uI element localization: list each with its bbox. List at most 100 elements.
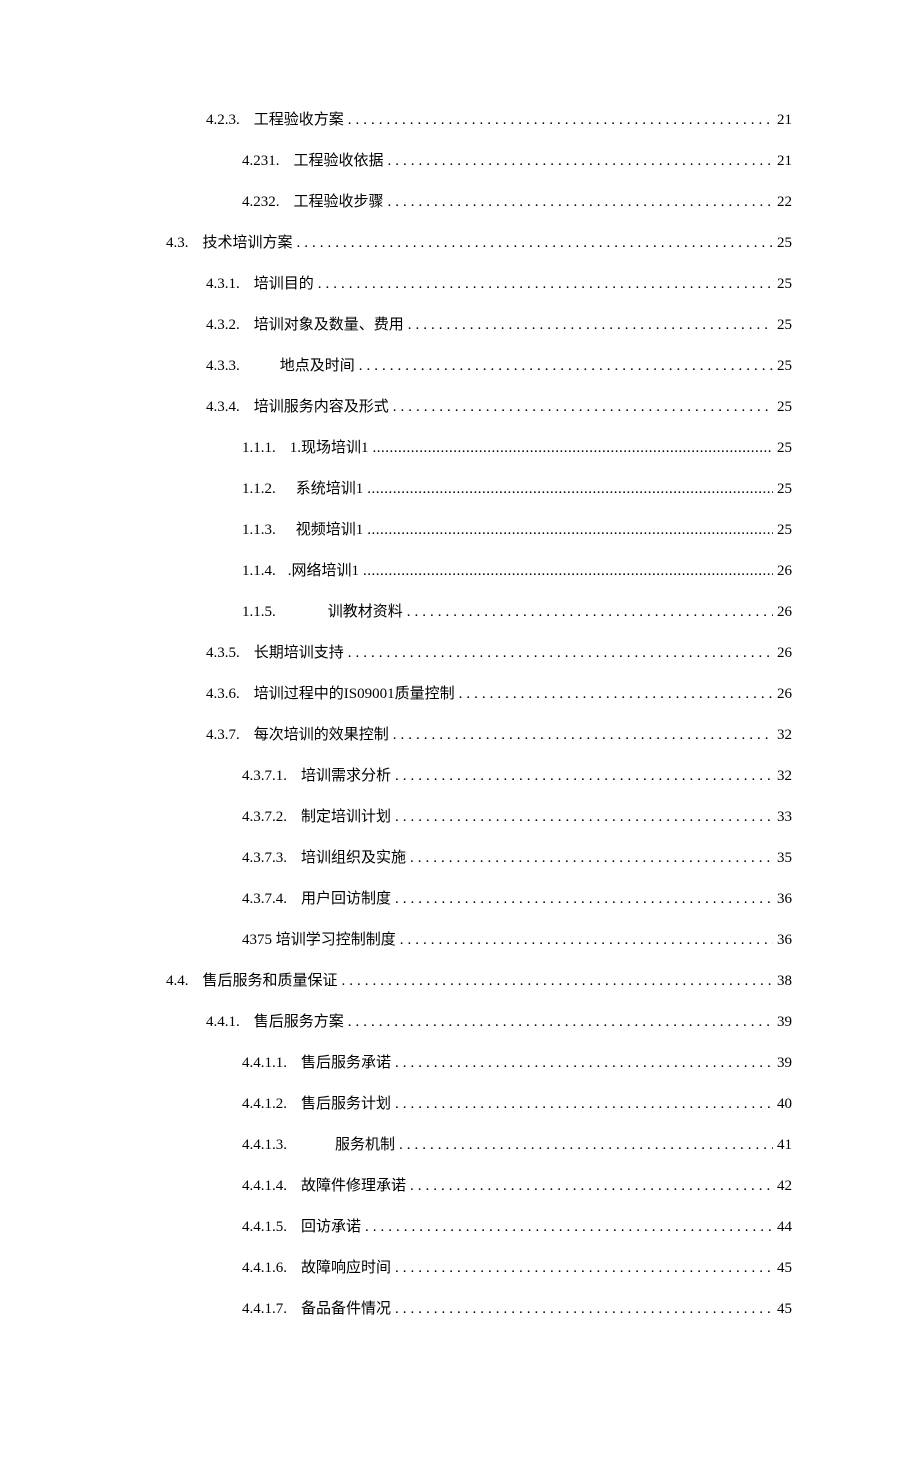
toc-entry-number: 4.4.1.1. (242, 1053, 287, 1074)
toc-container: 4.2.3. 工程验收方案............................… (128, 110, 792, 1320)
toc-entry: 4.4.1.售后服务方案............................… (128, 1012, 792, 1033)
toc-entry: 4.4.1.3.服务机制............................… (128, 1135, 792, 1156)
toc-entry-page: 42 (777, 1176, 792, 1197)
toc-entry-page: 44 (777, 1217, 792, 1238)
toc-entry: 4.3.6.培训过程中的IS09001质量控制.................… (128, 684, 792, 705)
toc-entry-title: 长期培训支持 (254, 643, 344, 664)
toc-entry-title: 培训目的 (254, 274, 314, 295)
toc-entry-page: 26 (777, 684, 792, 705)
toc-entry-title: 工程验收依据 (294, 151, 384, 172)
toc-entry-page: 32 (777, 766, 792, 787)
toc-entry-leader-dots: ........................................… (395, 1094, 773, 1115)
toc-entry-leader-dots: ........................................… (348, 643, 773, 664)
toc-entry-title: 售后服务和质量保证 (203, 971, 338, 992)
toc-entry-leader-dots: ........................................… (348, 110, 773, 131)
toc-entry-number: 4.232. (242, 192, 280, 213)
toc-entry-leader-dots: ........................................… (393, 397, 773, 418)
toc-entry: 1.1.1.1.现场培训1...........................… (128, 438, 792, 459)
toc-entry-page: 25 (777, 520, 792, 541)
toc-entry-number: 4.3.4. (206, 397, 240, 418)
toc-entry-title: 培训需求分析 (301, 766, 391, 787)
toc-entry-leader-dots: ........................................… (342, 971, 773, 992)
toc-entry-page: 25 (777, 315, 792, 336)
toc-entry-leader-dots: ........................................… (359, 356, 773, 377)
toc-entry-title: 系统培训1 (296, 479, 364, 500)
toc-entry-title: 售后服务计划 (301, 1094, 391, 1115)
toc-entry-number: 4.4.1.7. (242, 1299, 287, 1320)
toc-entry-page: 35 (777, 848, 792, 869)
toc-entry-number: 1.1.4. (242, 561, 276, 582)
toc-entry-leader-dots: ........................................… (388, 192, 773, 213)
toc-entry-number: 1.1.2. (242, 479, 276, 500)
toc-entry-number: 4.4.1.5. (242, 1217, 287, 1238)
toc-entry-number: 4.3.7.1. (242, 766, 287, 787)
toc-entry: 4375 培训学习控制制度...........................… (128, 930, 792, 951)
toc-entry-leader-dots: ........................................… (410, 848, 773, 869)
toc-entry: 4.3.7.每次培训的效果控制.........................… (128, 725, 792, 746)
toc-entry-number: 4.3.7. (206, 725, 240, 746)
toc-entry-number: 4.4.1.2. (242, 1094, 287, 1115)
toc-entry: 1.1.5.训教材资料.............................… (128, 602, 792, 623)
toc-entry: 1.1.3. 视频培训1.............................… (128, 520, 792, 541)
toc-entry: 4.232.工程验收步骤............................… (128, 192, 792, 213)
toc-entry-title: 训教材资料 (328, 602, 403, 623)
toc-entry-leader-dots: ........................................… (393, 725, 773, 746)
toc-entry-title: 回访承诺 (301, 1217, 361, 1238)
toc-page: 4.2.3. 工程验收方案............................… (0, 0, 920, 1470)
toc-entry: 4.4.1.2. 售后服务计划..........................… (128, 1094, 792, 1115)
toc-entry: 4.4.1.1.售后服务承诺..........................… (128, 1053, 792, 1074)
toc-entry-page: 33 (777, 807, 792, 828)
toc-entry: 4.231. 工程验收依据............................… (128, 151, 792, 172)
toc-entry-title: 视频培训1 (296, 520, 364, 541)
toc-entry: 4.4.1.5. 回访承诺............................… (128, 1217, 792, 1238)
toc-entry-title: 地点及时间 (280, 356, 355, 377)
toc-entry-number: 1.1.3. (242, 520, 276, 541)
toc-entry-page: 25 (777, 397, 792, 418)
toc-entry-page: 25 (777, 356, 792, 377)
toc-entry-page: 25 (777, 479, 792, 500)
toc-entry-title: 培训服务内容及形式 (254, 397, 389, 418)
toc-entry-page: 21 (777, 151, 792, 172)
toc-entry-number: 4.3.5. (206, 643, 240, 664)
toc-entry-leader-dots: ........................................… (348, 1012, 773, 1033)
toc-entry-page: 26 (777, 602, 792, 623)
toc-entry-leader-dots: ........................................… (410, 1176, 773, 1197)
toc-entry-leader-dots: ........................................… (365, 1217, 773, 1238)
toc-entry-leader-dots: ........................................… (459, 684, 773, 705)
toc-entry-page: 25 (777, 438, 792, 459)
toc-entry: 4.3.7.4.用户回访制度..........................… (128, 889, 792, 910)
toc-entry-number: 4.4.1. (206, 1012, 240, 1033)
toc-entry-page: 39 (777, 1012, 792, 1033)
toc-entry-leader-dots: ........................................… (363, 561, 773, 582)
toc-entry-page: 41 (777, 1135, 792, 1156)
toc-entry-leader-dots: ........................................… (373, 438, 773, 459)
toc-entry-title: 备品备件情况 (301, 1299, 391, 1320)
toc-entry-title: 售后服务承诺 (301, 1053, 391, 1074)
toc-entry-title: 服务机制 (335, 1135, 395, 1156)
toc-entry-number: 4.2.3. (206, 110, 240, 131)
toc-entry-page: 45 (777, 1299, 792, 1320)
toc-entry: 4.3.技术培训方案..............................… (128, 233, 792, 254)
toc-entry: 1.1.2.系统培训1.............................… (128, 479, 792, 500)
toc-entry-number: 4.4.1.6. (242, 1258, 287, 1279)
toc-entry-leader-dots: ........................................… (395, 1258, 773, 1279)
toc-entry-number: 4.3.2. (206, 315, 240, 336)
toc-entry: 4.3.2.培训对象及数量、费用........................… (128, 315, 792, 336)
toc-entry: 4.4.1.7.备品备件情况..........................… (128, 1299, 792, 1320)
toc-entry-title: 用户回访制度 (301, 889, 391, 910)
toc-entry-number: 4.4.1.3. (242, 1135, 287, 1156)
toc-entry: 4.3.7.1. 培训需求分析..........................… (128, 766, 792, 787)
toc-entry-leader-dots: ........................................… (388, 151, 773, 172)
toc-entry-leader-dots: ........................................… (408, 315, 773, 336)
toc-entry-page: 25 (777, 233, 792, 254)
toc-entry-page: 26 (777, 643, 792, 664)
toc-entry-title: 工程验收方案 (254, 110, 344, 131)
toc-entry-number: 1.1.1. (242, 438, 276, 459)
toc-entry-leader-dots: ........................................… (367, 520, 773, 541)
toc-entry-leader-dots: ........................................… (395, 766, 773, 787)
toc-entry-title: 培训组织及实施 (301, 848, 406, 869)
toc-entry: 4.3.5. 长期培训支持............................… (128, 643, 792, 664)
toc-entry-number: 4.231. (242, 151, 280, 172)
toc-entry: 4.4.1.6.故障响应时间..........................… (128, 1258, 792, 1279)
toc-entry-title: 故障件修理承诺 (301, 1176, 406, 1197)
